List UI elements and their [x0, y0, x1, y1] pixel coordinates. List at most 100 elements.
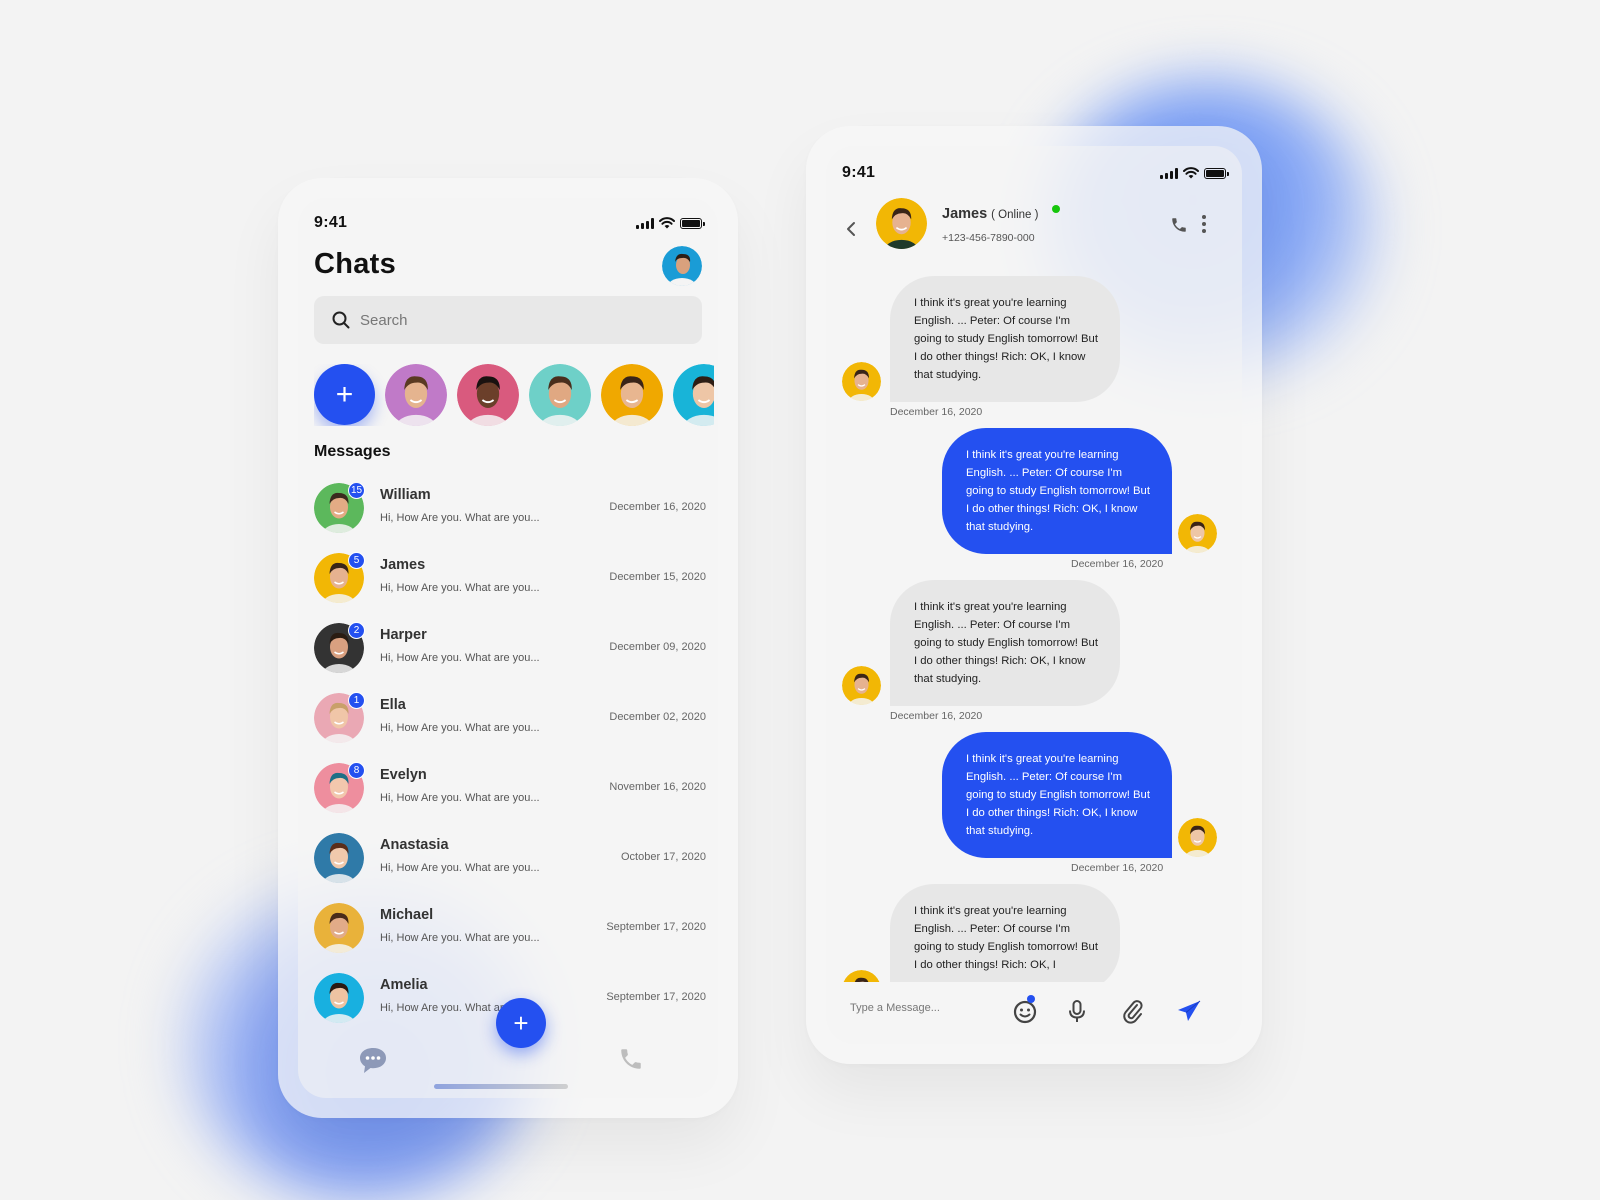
phone-icon[interactable] — [618, 1046, 644, 1072]
chat-list-item[interactable]: 5 James Hi, How Are you. What are you... De… — [314, 552, 706, 623]
chat-list-item[interactable]: 15 William Hi, How Are you. What are you..… — [314, 483, 706, 553]
chat-list-item[interactable]: 8 Evelyn Hi, How Are you. What are you... N… — [314, 762, 706, 833]
contact-avatar[interactable] — [876, 198, 927, 249]
status-bar: 9:41 — [314, 212, 705, 234]
call-icon[interactable] — [1170, 216, 1188, 234]
signal-icon — [636, 217, 654, 229]
message-timestamp: December 16, 2020 — [890, 710, 983, 722]
chat-list-item[interactable]: 2 Harper Hi, How Are you. What are you... D… — [314, 622, 706, 693]
chat-date: October 17, 2020 — [620, 851, 706, 863]
battery-icon — [680, 217, 705, 229]
chat-text: Evelyn Hi, How Are you. What are you... — [380, 763, 570, 804]
chat-text: Anastasia Hi, How Are you. What are you..… — [380, 833, 570, 874]
send-icon[interactable] — [1176, 998, 1202, 1024]
story-avatar[interactable] — [385, 364, 447, 426]
profile-avatar[interactable] — [662, 246, 702, 286]
chat-date: December 16, 2020 — [609, 501, 706, 513]
chat-list: 15 William Hi, How Are you. What are you..… — [298, 483, 718, 1027]
sent-message: I think it's great you're learning Engli… — [826, 428, 1242, 578]
message-input[interactable] — [850, 1002, 1000, 1014]
search-icon — [332, 311, 350, 329]
chat-avatar-wrapper — [314, 833, 364, 883]
chat-name: Amelia — [380, 977, 428, 993]
status-time: 9:41 — [842, 164, 876, 181]
emoji-icon — [1013, 1000, 1037, 1024]
message-avatar — [1178, 514, 1217, 553]
attachment-icon[interactable] — [1120, 998, 1146, 1024]
chat-avatar-wrapper: 8 — [314, 762, 365, 813]
status-icons — [636, 217, 705, 229]
message-timestamp: December 16, 2020 — [1071, 862, 1164, 874]
story-avatar[interactable] — [601, 364, 663, 426]
received-message: I think it's great you're learning Engli… — [826, 580, 1242, 730]
message-bubble[interactable]: I think it's great you're learning Engli… — [942, 732, 1172, 858]
chat-list-item[interactable]: Michael Hi, How Are you. What are you... S… — [314, 903, 706, 973]
chat-list-item[interactable]: Anastasia Hi, How Are you. What are you..… — [314, 833, 706, 903]
message-avatar — [1178, 818, 1217, 857]
chat-date: November 16, 2020 — [609, 781, 706, 793]
chat-text: Ella Hi, How Are you. What are you... — [380, 693, 570, 734]
story-avatar[interactable] — [457, 364, 519, 426]
emoji-button[interactable] — [1012, 995, 1038, 1024]
avatar — [314, 973, 364, 1023]
chat-name: Michael — [380, 907, 434, 923]
search-bar[interactable] — [314, 296, 702, 344]
story-avatar[interactable] — [673, 364, 714, 426]
chats-screen: 9:41 Chats + Messages 15WilliamHi, How A… — [298, 198, 718, 1098]
new-chat-button[interactable]: + — [496, 998, 546, 1048]
chat-text: James Hi, How Are you. What are you... — [380, 553, 570, 594]
chat-list-item[interactable]: 1 Ella Hi, How Are you. What are you... Dec… — [314, 692, 706, 763]
status-bar: 9:41 — [842, 162, 1229, 184]
chat-name: Anastasia — [380, 837, 449, 853]
message-bubble[interactable]: I think it's great you're learning Engli… — [890, 276, 1120, 402]
unread-badge: 15 — [348, 483, 366, 499]
home-indicator — [434, 1084, 568, 1089]
chat-preview: Hi, How Are you. What are you... — [380, 792, 540, 804]
message-bubble[interactable]: I think it's great you're learning Engli… — [942, 428, 1172, 554]
contact-status: ( Online ) — [991, 209, 1039, 221]
chat-bubble-icon[interactable] — [358, 1046, 388, 1074]
chats-phone: 9:41 Chats + Messages 15WilliamHi, How A… — [278, 178, 738, 1118]
contact-name: James( Online ) — [942, 206, 1038, 222]
avatar — [314, 833, 364, 883]
message-composer — [826, 994, 1242, 1034]
message-avatar — [843, 970, 880, 982]
chat-date: December 15, 2020 — [609, 571, 706, 583]
message-bubble[interactable]: I think it's great you're learning Engli… — [890, 884, 1120, 982]
chat-avatar-wrapper: 1 — [314, 692, 365, 743]
message-timestamp: December 16, 2020 — [1071, 558, 1164, 570]
chat-preview: Hi, How Are you. What are you... — [380, 862, 540, 874]
received-message: I think it's great you're learning Engli… — [826, 884, 1242, 982]
chat-preview: Hi, How Are you. What are you... — [380, 512, 540, 524]
messages-heading: Messages — [314, 443, 391, 460]
stories-row: + — [314, 364, 714, 426]
unread-badge: 8 — [348, 762, 365, 779]
chat-text: Michael Hi, How Are you. What are you... — [380, 903, 570, 944]
chat-avatar-wrapper: 2 — [314, 622, 365, 673]
chat-preview: Hi, How Are you. What are you... — [380, 652, 540, 664]
contact-phone: +123-456-7890-000 — [942, 232, 1035, 244]
status-time: 9:41 — [314, 214, 348, 231]
wifi-icon — [659, 217, 675, 229]
more-options-icon[interactable] — [1200, 214, 1208, 234]
received-message: I think it's great you're learning Engli… — [826, 276, 1242, 426]
story-avatar[interactable] — [529, 364, 591, 426]
search-input[interactable] — [360, 311, 640, 329]
conversation-phone: 9:41 James( Online ) +123-456-7890-000 I… — [806, 126, 1262, 1064]
message-thread: I think it's great you're learning Engli… — [826, 276, 1242, 982]
avatar — [314, 903, 364, 953]
page-title: Chats — [314, 248, 397, 280]
chat-preview: Hi, How Are you. What are you... — [380, 582, 540, 594]
message-bubble[interactable]: I think it's great you're learning Engli… — [890, 580, 1120, 706]
chat-name: Ella — [380, 697, 406, 713]
sent-message: I think it's great you're learning Engli… — [826, 732, 1242, 882]
unread-badge: 5 — [348, 552, 365, 569]
online-indicator — [1052, 205, 1060, 213]
chat-name: Harper — [380, 627, 427, 643]
chat-date: December 02, 2020 — [609, 711, 706, 723]
add-story-button[interactable]: + — [314, 364, 375, 425]
chat-name: Evelyn — [380, 767, 427, 783]
chat-avatar-wrapper: 15 — [314, 483, 366, 533]
back-arrow-icon[interactable] — [844, 220, 860, 238]
microphone-icon[interactable] — [1064, 998, 1090, 1024]
